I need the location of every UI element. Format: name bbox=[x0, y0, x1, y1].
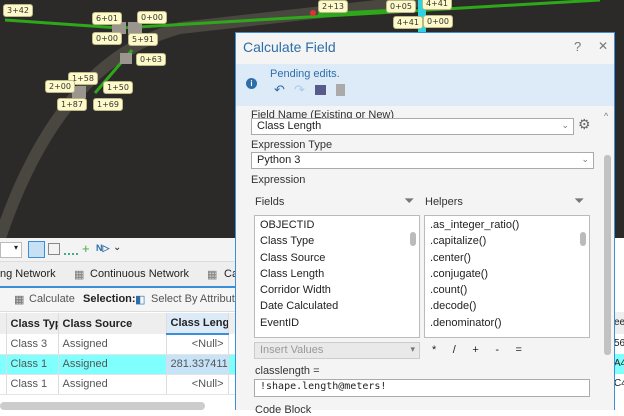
table-right-fragment: ee 56 A4 C4 bbox=[614, 312, 624, 410]
tab-continuous-network[interactable]: Continuous Network bbox=[90, 268, 189, 280]
station-label: 1+69 bbox=[93, 98, 123, 111]
fields-list[interactable]: OBJECTID Class Type Class Source Class L… bbox=[254, 215, 420, 338]
scale-dropdown[interactable]: ▾ bbox=[0, 242, 22, 258]
table-icon: ▦ bbox=[74, 269, 85, 281]
operator-minus[interactable]: - bbox=[495, 344, 499, 356]
table-row[interactable]: Class 1 Assigned <Null> bbox=[0, 374, 237, 395]
discard-edits-icon[interactable] bbox=[336, 84, 345, 96]
scroll-up-icon[interactable]: ^ bbox=[604, 111, 608, 121]
select-by-attributes-icon: ◧ bbox=[135, 294, 146, 306]
station-label: 3+42 bbox=[3, 4, 33, 17]
list-item[interactable]: Class Source bbox=[255, 252, 419, 268]
help-button[interactable]: ? bbox=[574, 39, 581, 54]
filter-icon[interactable]: ⏷ bbox=[574, 193, 584, 209]
operator-buttons: * / + - = bbox=[432, 344, 522, 356]
expression-label: Expression bbox=[251, 174, 306, 186]
table-row[interactable]: Class 3 Assigned <Null> bbox=[0, 334, 237, 355]
pending-edits-text: Pending edits. bbox=[270, 68, 340, 80]
calculate-icon: ▦ bbox=[14, 294, 25, 306]
station-label: 2+00 bbox=[45, 80, 75, 93]
selection-label: Selection: bbox=[83, 293, 136, 305]
list-item[interactable]: .as_integer_ratio() bbox=[425, 219, 589, 235]
chevron-down-icon[interactable]: ⌄ bbox=[113, 242, 121, 253]
expression-type-select[interactable]: Python 3 ⌄ bbox=[251, 152, 594, 169]
station-label: 4+41 bbox=[422, 0, 452, 10]
redo-icon[interactable]: ↷ bbox=[294, 82, 305, 98]
list-item[interactable]: Date Calculated bbox=[255, 300, 419, 316]
operator-multiply[interactable]: * bbox=[432, 344, 436, 356]
station-label: 0+05 bbox=[386, 0, 416, 13]
chevron-down-icon: ⌄ bbox=[581, 154, 589, 164]
list-item[interactable]: Class Type bbox=[255, 235, 419, 251]
table-row-selected[interactable]: Class 1 Assigned 281.337411 bbox=[0, 354, 237, 375]
select-by-attributes-button[interactable]: Select By Attributes bbox=[151, 293, 246, 305]
operator-divide[interactable]: / bbox=[453, 344, 456, 356]
snapping-tool-icon[interactable] bbox=[28, 241, 45, 258]
list-item[interactable]: EventID bbox=[255, 317, 419, 333]
dialog-title: Calculate Field bbox=[243, 39, 336, 55]
north-arrow-icon[interactable]: N▷ bbox=[96, 243, 109, 254]
expression-type-label: Expression Type bbox=[251, 139, 333, 151]
helpers-label: Helpers bbox=[425, 196, 463, 208]
station-label: 4+41 bbox=[393, 16, 423, 29]
tab-network[interactable]: ng Network bbox=[0, 268, 56, 280]
fields-label: Fields bbox=[255, 196, 285, 208]
column-header[interactable]: Class Type bbox=[6, 313, 59, 334]
station-label: 6+01 bbox=[92, 12, 122, 25]
expression-input[interactable]: !shape.length@meters! bbox=[254, 379, 590, 397]
table-toolbar: ▦ Calculate Selection: ◧ Select By Attri… bbox=[0, 288, 246, 312]
list-item[interactable]: .decode() bbox=[425, 300, 589, 316]
table-tabs: ng Network ▦ Continuous Network ▦ Ca bbox=[0, 262, 238, 288]
station-label: 1+87 bbox=[57, 98, 87, 111]
table-icon: ▦ bbox=[207, 269, 218, 281]
table-header: Class Type Class Source Class Length bbox=[0, 313, 237, 335]
scrollbar[interactable] bbox=[410, 218, 417, 335]
list-item[interactable]: .center() bbox=[425, 252, 589, 268]
map-toolbar: ▾ + N▷ ⌄ bbox=[0, 238, 236, 262]
list-item[interactable]: Corridor Width bbox=[255, 284, 419, 300]
undo-icon[interactable]: ↶ bbox=[274, 82, 285, 98]
station-label: 5+91 bbox=[128, 33, 158, 46]
insert-values-dropdown[interactable]: Insert Values ▾ bbox=[254, 342, 420, 359]
column-header[interactable]: Class Length bbox=[166, 313, 229, 335]
pending-edits-banner: i Pending edits. ↶ ↷ bbox=[236, 64, 614, 106]
column-header[interactable]: Class Source bbox=[58, 313, 167, 334]
list-item[interactable]: OBJECTID bbox=[255, 219, 419, 235]
vertex-icon[interactable] bbox=[64, 243, 78, 255]
station-label: 0+00 bbox=[137, 11, 167, 24]
list-item[interactable]: .count() bbox=[425, 284, 589, 300]
station-label: 1+50 bbox=[103, 81, 133, 94]
calculate-button[interactable]: Calculate bbox=[29, 293, 75, 305]
filter-icon[interactable]: ⏷ bbox=[404, 193, 414, 209]
list-item[interactable]: .conjugate() bbox=[425, 268, 589, 284]
operator-equals[interactable]: = bbox=[516, 344, 522, 356]
list-item[interactable]: Class Length bbox=[255, 268, 419, 284]
save-edits-icon[interactable] bbox=[315, 85, 326, 95]
field-name-combo[interactable]: Class Length ⌄ bbox=[251, 118, 574, 135]
calculate-field-dialog: Calculate Field ? ✕ i Pending edits. ↶ ↷… bbox=[235, 32, 615, 416]
grid-icon[interactable] bbox=[48, 243, 60, 255]
list-item[interactable]: .capitalize() bbox=[425, 235, 589, 251]
crosshair-icon[interactable]: + bbox=[82, 241, 90, 256]
station-label: 2+13 bbox=[318, 0, 348, 13]
list-item[interactable]: .denominator() bbox=[425, 317, 589, 333]
attribute-table: Class Type Class Source Class Length Cla… bbox=[0, 313, 237, 395]
operator-plus[interactable]: + bbox=[472, 344, 478, 356]
helpers-list[interactable]: .as_integer_ratio() .capitalize() .cente… bbox=[424, 215, 590, 338]
chevron-down-icon: ⌄ bbox=[561, 120, 569, 130]
close-button[interactable]: ✕ bbox=[598, 39, 608, 53]
code-block-label: Code Block bbox=[255, 404, 312, 416]
expression-variable-label: classlength = bbox=[255, 365, 320, 377]
station-label: 0+63 bbox=[136, 53, 166, 66]
dialog-scrollbar[interactable] bbox=[604, 155, 611, 355]
horizontal-scrollbar[interactable] bbox=[0, 402, 205, 410]
station-label: 0+00 bbox=[92, 32, 122, 45]
gear-icon[interactable]: ⚙ bbox=[578, 116, 591, 133]
info-icon: i bbox=[246, 78, 257, 89]
station-label: 0+00 bbox=[423, 15, 453, 28]
scrollbar[interactable] bbox=[580, 218, 587, 335]
